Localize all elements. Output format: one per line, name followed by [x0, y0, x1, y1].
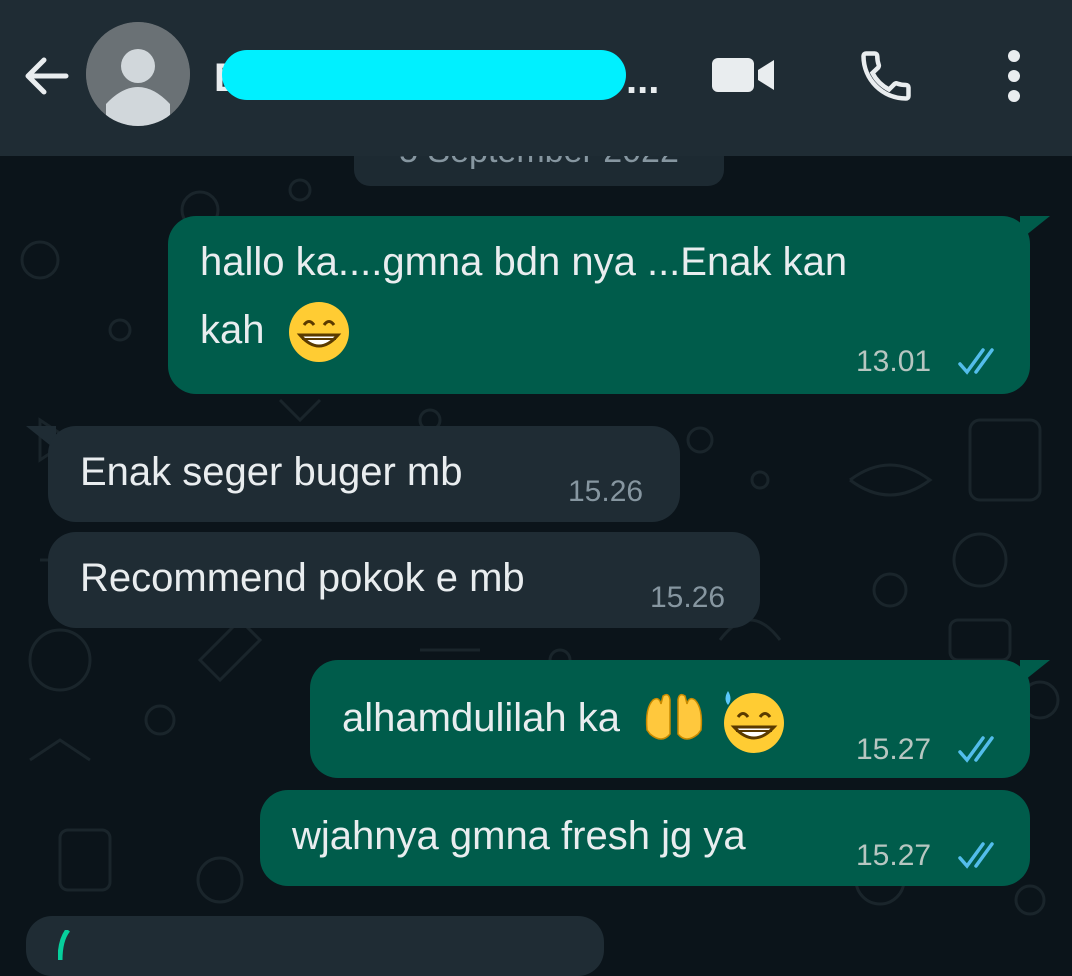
message-bubble-outgoing[interactable]: wjahnya gmna fresh jg ya 15.27 — [260, 790, 1030, 886]
message-bubble-incoming-partial[interactable] — [26, 916, 604, 976]
more-options-button[interactable] — [994, 44, 1034, 108]
reply-quote-bar — [58, 930, 71, 961]
grinning-sweat-emoji-icon — [724, 691, 785, 754]
message-line: kah — [200, 308, 265, 352]
phone-icon — [861, 51, 911, 101]
message-time: 13.01 — [856, 345, 932, 378]
raising-hands-emoji-icon — [645, 694, 703, 741]
video-call-icon — [712, 58, 774, 92]
message-text: hallo ka....gmna bdn nya ...Enak kan — [200, 228, 847, 296]
message-text: Recommend pokok e mb — [80, 556, 525, 600]
voice-call-button[interactable] — [856, 46, 916, 106]
message-text: kah — [200, 296, 352, 365]
contact-name-ellipsis: ... — [626, 58, 660, 102]
message-text: alhamdulilah ka — [342, 684, 788, 755]
message-bubble-incoming[interactable]: Recommend pokok e mb 15.26 — [48, 532, 760, 628]
message-text: wjahnya gmna fresh jg ya — [292, 814, 746, 858]
message-bubble-outgoing[interactable]: alhamdulilah ka 15.27 — [310, 660, 1030, 778]
message-line: alhamdulilah ka — [342, 696, 620, 740]
message-time: 15.27 — [856, 839, 932, 872]
message-bubble-incoming[interactable]: Enak seger buger mb 15.26 — [48, 426, 680, 522]
bubble-tail — [1020, 660, 1050, 684]
default-avatar-icon — [86, 22, 190, 126]
video-call-button[interactable] — [708, 50, 778, 100]
back-button[interactable] — [18, 48, 74, 104]
message-text: Enak seger buger mb — [80, 450, 463, 494]
message-time: 15.26 — [568, 475, 644, 508]
avatar[interactable] — [86, 22, 190, 126]
message-line: hallo ka....gmna bdn nya ...Enak kan — [200, 240, 848, 284]
back-arrow-icon — [25, 57, 69, 95]
bubble-tail — [1020, 216, 1050, 240]
double-check-icon — [958, 736, 994, 763]
message-bubble-outgoing[interactable]: hallo ka....gmna bdn nya ...Enak kan kah… — [168, 216, 1030, 394]
double-check-icon — [958, 842, 994, 869]
message-time: 15.27 — [856, 733, 932, 766]
redaction-mark — [222, 50, 626, 100]
grinning-face-emoji-icon — [288, 302, 349, 363]
double-check-icon — [958, 348, 994, 375]
message-time: 15.26 — [650, 581, 726, 614]
more-options-icon — [1008, 50, 1020, 102]
